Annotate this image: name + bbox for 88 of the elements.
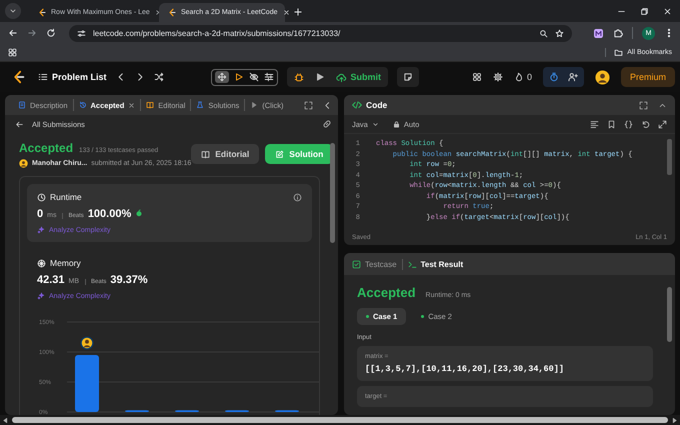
checkbox-icon: [352, 260, 361, 268]
clock-icon: [37, 192, 46, 202]
info-icon[interactable]: [293, 192, 302, 202]
cloud-upload-icon[interactable]: [336, 72, 347, 82]
debug-icon[interactable]: [294, 72, 304, 82]
bookmark-icon[interactable]: [607, 120, 616, 128]
braces-icon[interactable]: [624, 120, 633, 128]
back-icon[interactable]: [15, 120, 24, 128]
flask-icon: [196, 101, 204, 109]
note-icon[interactable]: [403, 72, 414, 82]
timer-icon[interactable]: [548, 72, 559, 82]
beats-percent: 100.00%: [88, 208, 132, 220]
scrollbar-thumb: [667, 287, 672, 342]
site-settings-icon[interactable]: [77, 28, 86, 38]
move-icon[interactable]: [216, 72, 227, 82]
settings-icon[interactable]: [492, 72, 503, 82]
format-icon[interactable]: [590, 120, 599, 128]
stat-value: 42.31: [37, 274, 65, 286]
chevron-down-icon[interactable]: [372, 120, 379, 128]
stat-title: Runtime: [50, 192, 82, 202]
restore-icon[interactable]: [640, 6, 649, 16]
undo-icon[interactable]: [641, 120, 650, 128]
panel-tab[interactable]: Testcase: [352, 258, 402, 270]
sliders-icon[interactable]: [264, 72, 274, 82]
panel-tab[interactable]: Test Result: [402, 258, 468, 270]
avatar-icon: [19, 159, 28, 168]
puzzle-icon[interactable]: [613, 28, 623, 38]
tab-search-button[interactable]: [5, 3, 21, 19]
stat-title: Memory: [50, 258, 81, 268]
editorial-button[interactable]: Editorial: [191, 144, 260, 164]
note-button[interactable]: [397, 67, 420, 87]
code-icon: [352, 100, 362, 110]
add-user-icon[interactable]: [568, 72, 578, 82]
plus-icon[interactable]: [293, 7, 303, 17]
stat-value: 0: [37, 208, 44, 220]
chevron-left-icon[interactable]: [323, 100, 332, 110]
submit-button[interactable]: Submit: [336, 72, 382, 82]
avatar-icon: [80, 336, 94, 350]
problem-list-button[interactable]: Problem List: [38, 72, 107, 82]
horizontal-scrollbar[interactable]: [12, 417, 668, 423]
grid-icon[interactable]: [472, 72, 482, 82]
play-icon: [250, 101, 258, 109]
back-icon[interactable]: [8, 28, 18, 38]
param-value: [[1,3,5,7],[10,11,16,20],[23,30,34,60]]: [365, 364, 565, 374]
list-icon[interactable]: [38, 72, 48, 82]
play-icon[interactable]: [314, 72, 325, 82]
expand-icon[interactable]: [658, 120, 667, 128]
memory-icon: [37, 258, 46, 268]
close-icon[interactable]: [128, 102, 136, 108]
address-field[interactable]: leetcode.com/problems/search-a-2d-matrix/submissions/1677213033/: [69, 24, 572, 42]
fullscreen-icon[interactable]: [304, 100, 313, 110]
folder-icon[interactable]: [614, 48, 624, 57]
shuffle-icon[interactable]: [154, 72, 164, 82]
panel-title: Code: [366, 100, 388, 110]
chevron-down-icon[interactable]: [9, 7, 17, 15]
scroll-left-icon[interactable]: [2, 416, 9, 424]
avatar-icon[interactable]: [594, 70, 610, 84]
fullscreen-icon[interactable]: [639, 100, 648, 110]
badge-icon: [135, 209, 144, 217]
history-icon: [78, 101, 87, 109]
book-icon[interactable]: [201, 150, 210, 158]
lock-icon[interactable]: [392, 120, 400, 128]
premium-button[interactable]: Premium: [620, 67, 675, 87]
eye-off-icon[interactable]: [248, 72, 259, 82]
logo-icon: [168, 8, 176, 17]
star-icon[interactable]: [555, 28, 564, 38]
forward-icon[interactable]: [27, 28, 37, 38]
link-icon[interactable]: [322, 119, 332, 129]
book-icon: [146, 101, 154, 109]
logo-icon[interactable]: [12, 70, 25, 84]
streak-counter[interactable]: 0: [514, 72, 532, 82]
beats-percent: 39.37%: [110, 274, 148, 286]
extension-icon[interactable]: [593, 28, 604, 38]
sparkle-icon: [37, 226, 45, 234]
scrollbar-thumb: [667, 139, 672, 175]
document-icon: [18, 101, 26, 109]
flame-icon[interactable]: [514, 72, 524, 82]
submission-status: Accepted: [19, 141, 74, 155]
logo-icon: [38, 8, 46, 17]
zoom-icon[interactable]: [539, 28, 548, 38]
apps-icon[interactable]: [8, 48, 17, 57]
result-status: Accepted: [357, 285, 416, 300]
terminal-icon: [408, 260, 417, 268]
play-icon[interactable]: [234, 72, 244, 82]
reload-icon[interactable]: [46, 28, 56, 38]
close-icon[interactable]: [154, 9, 162, 16]
sparkle-icon: [37, 292, 45, 300]
scroll-right-icon[interactable]: [671, 416, 678, 424]
